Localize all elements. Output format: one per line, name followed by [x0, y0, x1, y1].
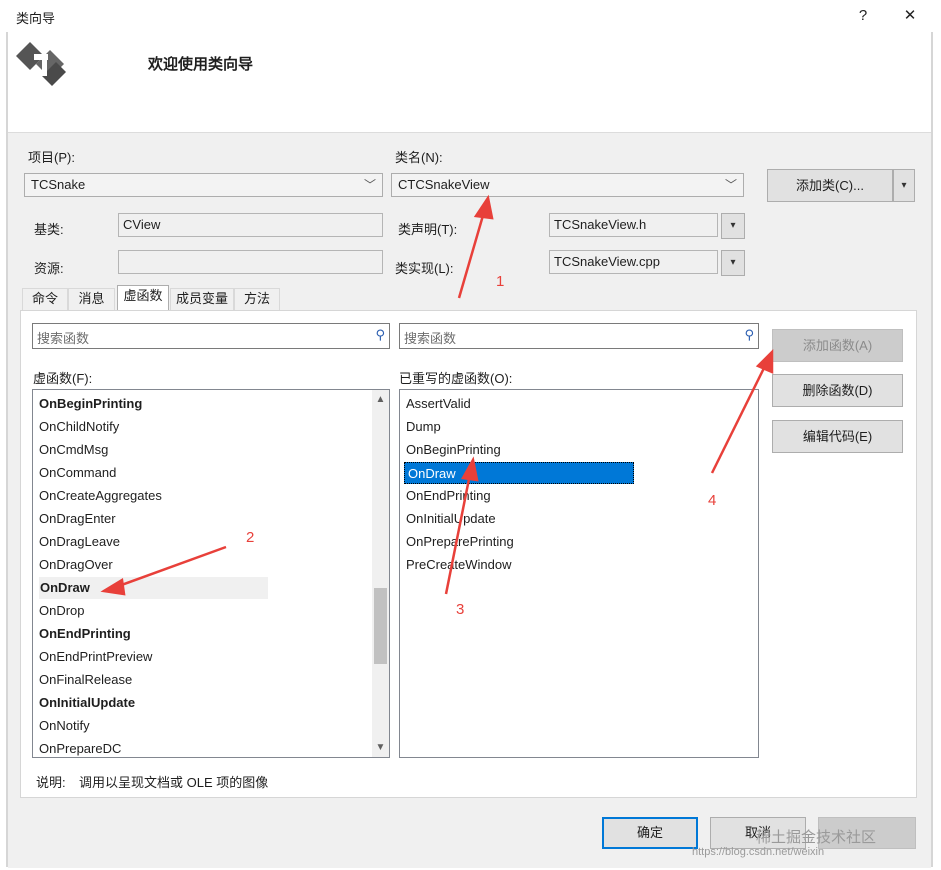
title-bar: 类向导 ? ✕ [0, 0, 941, 32]
project-combo[interactable]: TCSnake ﹀ [24, 173, 383, 197]
overridden-functions-label: 已重写的虚函数(O): [399, 371, 513, 386]
overridden-functions-list[interactable]: AssertValid Dump OnBeginPrinting OnDraw OnEn… [399, 389, 759, 758]
resource-label: 资源: [34, 261, 64, 276]
class-impl-label: 类实现(L): [395, 261, 454, 276]
list-item[interactable]: OnDragLeave [39, 531, 120, 553]
annotation-label-2: 2 [246, 529, 255, 546]
list-item[interactable]: OnDragEnter [39, 508, 116, 530]
annotation-label-1: 1 [496, 273, 505, 290]
virtual-functions-list[interactable]: ▲ ▼ OnBeginPrinting OnChildNotify OnCmdMsg… [32, 389, 390, 758]
search-input-virtual[interactable]: 搜索函数 ⚲ [32, 323, 390, 349]
list-item[interactable]: PreCreateWindow [406, 554, 512, 576]
welcome-title: 欢迎使用类向导 [148, 56, 254, 73]
tab-messages[interactable]: 消息 [68, 288, 115, 310]
list-item[interactable]: OnCreateAggregates [39, 485, 162, 507]
list-item[interactable]: OnEndPrinting [39, 623, 131, 645]
list-item[interactable]: OnPreparePrinting [406, 531, 514, 553]
list-item[interactable]: OnDraw [39, 577, 268, 599]
class-impl-dropdown-button[interactable]: ▾ [721, 250, 745, 276]
search-icon: ⚲ [744, 327, 754, 342]
add-function-button[interactable]: 添加函数(A) [772, 329, 903, 362]
list-item[interactable]: Dump [406, 416, 441, 438]
close-button[interactable]: ✕ [895, 4, 925, 28]
tab-methods[interactable]: 方法 [234, 288, 280, 310]
tab-virtual-functions[interactable]: 虚函数 [117, 285, 169, 311]
list-item[interactable]: OnInitialUpdate [406, 508, 496, 530]
scroll-down-icon[interactable]: ▼ [372, 742, 389, 753]
list-item[interactable]: OnCmdMsg [39, 439, 108, 461]
classname-label: 类名(N): [395, 150, 443, 165]
list-item[interactable]: OnInitialUpdate [39, 692, 135, 714]
tab-member-variables[interactable]: 成员变量 [170, 288, 234, 310]
watermark-url: https://blog.csdn.net/weixin [692, 846, 825, 858]
window-frame-right [931, 32, 933, 867]
list-item[interactable]: OnPrepareDC [39, 738, 121, 757]
search-placeholder: 搜索函数 [404, 331, 457, 346]
list-item[interactable]: AssertValid [406, 393, 471, 415]
delete-function-button[interactable]: 删除函数(D) [772, 374, 903, 407]
base-class-label: 基类: [34, 222, 64, 237]
description-label: 说明: [36, 775, 66, 790]
list-item[interactable]: OnCommand [39, 462, 116, 484]
class-decl-label: 类声明(T): [398, 222, 458, 237]
search-placeholder: 搜索函数 [37, 331, 90, 346]
list-item[interactable]: OnBeginPrinting [406, 439, 501, 461]
add-class-button[interactable]: 添加类(C)... [767, 169, 893, 202]
scrollbar[interactable]: ▲ ▼ [372, 390, 389, 757]
class-decl-field: TCSnakeView.h [549, 213, 718, 237]
virtual-functions-label: 虚函数(F): [33, 371, 93, 386]
list-item[interactable]: OnEndPrinting [406, 485, 491, 507]
scroll-up-icon[interactable]: ▲ [372, 394, 389, 405]
list-item[interactable]: OnDraw [404, 462, 634, 484]
classname-value: CTCSnakeView [398, 177, 490, 192]
list-item[interactable]: OnDrop [39, 600, 85, 622]
list-item[interactable]: OnNotify [39, 715, 90, 737]
ok-button[interactable]: 确定 [602, 817, 698, 849]
list-item[interactable]: OnChildNotify [39, 416, 119, 438]
class-wizard-logo-icon [16, 42, 66, 86]
scrollbar-thumb[interactable] [374, 588, 387, 664]
list-item[interactable]: OnEndPrintPreview [39, 646, 152, 668]
tab-commands[interactable]: 命令 [22, 288, 68, 310]
window-title: 类向导 [16, 11, 56, 26]
description-text: 调用以呈现文档或 OLE 项的图像 [79, 775, 269, 790]
classname-combo[interactable]: CTCSnakeView ﹀ [391, 173, 744, 197]
add-class-dropdown-button[interactable]: ▾ [893, 169, 915, 202]
list-item[interactable]: OnDragOver [39, 554, 113, 576]
watermark: 稀土掘金技术社区 [756, 829, 877, 846]
resource-field [118, 250, 383, 274]
chevron-down-icon: ﹀ [363, 178, 376, 192]
class-impl-field: TCSnakeView.cpp [549, 250, 718, 274]
list-item[interactable]: OnFinalRelease [39, 669, 132, 691]
wizard-header [8, 32, 931, 133]
list-item[interactable]: OnBeginPrinting [39, 393, 142, 415]
project-label: 项目(P): [28, 150, 75, 165]
search-icon: ⚲ [375, 327, 385, 342]
project-value: TCSnake [31, 177, 86, 192]
edit-code-button[interactable]: 编辑代码(E) [772, 420, 903, 453]
chevron-down-icon: ﹀ [724, 178, 737, 192]
annotation-label-3: 3 [456, 601, 465, 618]
help-button[interactable]: ? [848, 4, 878, 28]
search-input-overridden[interactable]: 搜索函数 ⚲ [399, 323, 759, 349]
base-class-field: CView [118, 213, 383, 237]
annotation-label-4: 4 [708, 492, 717, 509]
class-decl-dropdown-button[interactable]: ▾ [721, 213, 745, 239]
